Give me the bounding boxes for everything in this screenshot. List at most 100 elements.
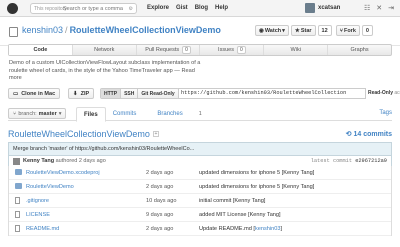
fork-button[interactable]: ⑂ Fork <box>335 25 360 36</box>
eye-icon: ◉ <box>259 27 264 34</box>
commit-message[interactable]: Merge branch 'master' of https://github.… <box>13 146 194 152</box>
notifications-icon[interactable]: ☷ <box>364 4 370 12</box>
commit-message-end: ] <box>280 226 283 232</box>
file-age: 2 days ago <box>146 226 174 232</box>
search-input[interactable] <box>63 5 123 13</box>
top-nav: Explore Gist Blog Help <box>147 5 228 11</box>
branch-name: master <box>38 110 57 117</box>
file-age: 2 days ago <box>146 170 174 176</box>
tab-label: Network <box>94 47 115 53</box>
username[interactable]: xcatsan <box>318 5 340 11</box>
repo-owner-link[interactable]: kenshin03 <box>22 25 63 35</box>
commit-user-link[interactable]: kenshin03 <box>255 226 281 232</box>
protocol-git-read-only[interactable]: Git Read-Only <box>138 89 178 98</box>
commit-message-text: Update README.md [ <box>199 226 255 232</box>
subnav-files[interactable]: Files <box>76 107 106 122</box>
file-commit-message[interactable]: Update README.md [kenshin03] <box>199 226 282 232</box>
search-box[interactable]: This repository ⚙ <box>30 3 137 14</box>
breadcrumb-repo-link[interactable]: RouletteWheelCollectionViewDemo <box>8 129 150 139</box>
tab-code[interactable]: Code <box>9 45 73 55</box>
tab-pull-requests[interactable]: Pull Requests 0 <box>137 45 201 55</box>
file-table: RouletteViewDemo.xcodeproj 2 days ago up… <box>8 166 392 236</box>
file-commit-message[interactable]: updated dimensions for iphone 5 [Kenny T… <box>199 170 314 176</box>
monitor-icon: ▭ <box>13 90 19 97</box>
commit-sha-link[interactable]: e2967212a9 <box>355 158 387 164</box>
clone-mac-label: Clone in Mac <box>21 90 56 97</box>
nav-help[interactable]: Help <box>215 5 228 11</box>
star-icon: ★ <box>294 27 300 34</box>
file-name-link[interactable]: README.md <box>26 226 59 232</box>
nav-gist[interactable]: Gist <box>176 5 188 11</box>
access-note: Read-Only access <box>368 90 400 96</box>
file-age: 10 days ago <box>146 198 177 204</box>
repo-icon <box>9 27 18 37</box>
table-row: RouletteViewDemo.xcodeproj 2 days ago up… <box>9 166 391 180</box>
sign-out-icon[interactable]: ⇥ <box>388 4 394 12</box>
file-icon <box>15 211 20 218</box>
latest-commit-sha: latest commit e2967212a9 <box>311 158 387 164</box>
subnav-branches[interactable]: Branches 1 <box>143 107 215 121</box>
nav-blog[interactable]: Blog <box>195 5 208 11</box>
fork-icon: ⑂ <box>339 27 343 34</box>
commit-author-name[interactable]: Kenny Tang <box>23 158 54 164</box>
search-scope-label[interactable]: This repository <box>34 6 67 12</box>
tab-wiki[interactable]: Wiki <box>264 45 329 55</box>
subnav-commits[interactable]: Commits <box>106 107 144 121</box>
star-label: Star <box>300 27 312 34</box>
tab-graphs[interactable]: Graphs <box>328 45 391 55</box>
file-commit-message[interactable]: added MIT License [Kenny Tang] <box>199 212 281 218</box>
repo-tabs: Code Network Pull Requests 0 Issues 0 Wiki… <box>8 44 392 56</box>
watch-button[interactable]: ◉ Watch ▾ <box>255 25 289 36</box>
star-count[interactable]: 12 <box>317 25 332 36</box>
file-name-link[interactable]: .gitignore <box>26 198 49 204</box>
repo-header: kenshin03/RouletteWheelCollectionViewDem… <box>0 17 400 46</box>
folder-icon <box>15 169 22 175</box>
new-file-icon[interactable]: + <box>152 131 159 137</box>
subnav-count: 1 <box>198 111 202 117</box>
breadcrumb: RouletteWheelCollectionViewDemo + <box>8 129 159 139</box>
avatar[interactable] <box>305 3 315 13</box>
star-button[interactable]: ★ Star <box>290 25 316 36</box>
clone-in-mac-button[interactable]: ▭ Clone in Mac <box>8 88 61 99</box>
repo-separator: / <box>65 25 68 35</box>
file-name-link[interactable]: RouletteViewDemo <box>26 184 74 190</box>
fork-count[interactable]: 0 <box>361 25 373 36</box>
repo-title: kenshin03/RouletteWheelCollectionViewDem… <box>22 25 221 35</box>
latest-commit-label: latest commit <box>310 158 353 164</box>
file-icon <box>15 225 20 232</box>
tab-issues[interactable]: Issues 0 <box>200 45 265 55</box>
protocol-ssh[interactable]: SSH <box>121 89 139 98</box>
tags-link[interactable]: Tags <box>379 110 392 116</box>
commits-link[interactable]: ⟲ 14 commits <box>345 130 392 139</box>
file-name-link[interactable]: RouletteViewDemo.xcodeproj <box>26 170 100 176</box>
tab-network[interactable]: Network <box>73 45 137 55</box>
file-commit-message[interactable]: updated dimensions for iphone 5 [Kenny T… <box>199 184 314 190</box>
branch-bar: ⑂ branch: master ▾ Files Commits Branche… <box>8 107 392 122</box>
branch-selector[interactable]: ⑂ branch: master ▾ <box>8 108 67 119</box>
table-row: .gitignore 10 days ago initial commit [K… <box>9 194 391 208</box>
clone-bar: ▭ Clone in Mac ⬇ ZIP HTTP SSH Git Read-Onl… <box>8 87 400 100</box>
nav-explore[interactable]: Explore <box>147 5 169 11</box>
search-settings-icon[interactable]: ⚙ <box>129 6 133 12</box>
subnav-label: Branches <box>157 111 183 117</box>
file-commit-message[interactable]: initial commit [Kenny Tang] <box>199 198 265 204</box>
tab-label: Code <box>33 47 48 53</box>
file-name-link[interactable]: LICENSE <box>26 212 50 218</box>
octocat-logo-icon[interactable] <box>7 3 18 14</box>
repo-name-link[interactable]: RouletteWheelCollectionViewDemo <box>70 25 221 35</box>
file-age: 9 days ago <box>146 212 174 218</box>
access-level: Read-Only <box>368 90 394 96</box>
history-icon: ⟲ <box>345 131 352 138</box>
tab-label: Wiki <box>290 47 301 53</box>
zip-button[interactable]: ⬇ ZIP <box>68 88 95 99</box>
tab-count: 0 <box>236 46 246 54</box>
settings-icon[interactable]: ✕ <box>376 4 382 12</box>
site-header: This repository ⚙ Explore Gist Blog Help… <box>0 0 400 17</box>
clone-url-field[interactable]: https://github.com/kenshin03/RouletteWhe… <box>178 88 366 99</box>
file-icon <box>15 197 20 204</box>
user-menu[interactable]: xcatsan <box>305 3 340 13</box>
commit-meta: Kenny Tang authored 2 days ago latest co… <box>9 155 391 166</box>
tab-label: Graphs <box>350 47 369 53</box>
commits-count: 14 commits <box>353 130 392 138</box>
protocol-http[interactable]: HTTP <box>101 89 122 98</box>
